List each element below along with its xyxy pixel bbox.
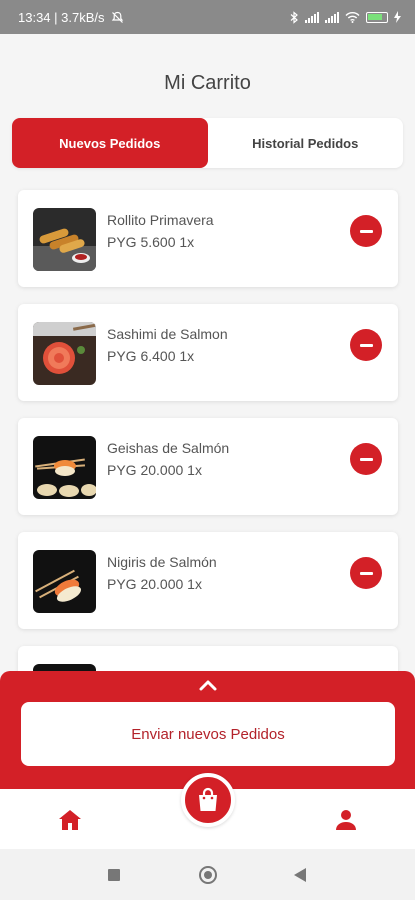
user-icon[interactable] [335, 809, 357, 831]
item-price: PYG 20.000 1x [107, 576, 202, 592]
signal-icon [305, 11, 319, 23]
home-icon[interactable] [57, 807, 83, 833]
home-button[interactable] [199, 866, 217, 884]
cart-item[interactable]: Rollito Primavera PYG 5.600 1x [18, 190, 398, 287]
remove-item-button[interactable] [350, 215, 382, 247]
remove-item-button[interactable] [350, 557, 382, 589]
cart-item[interactable]: Geishas de Salmón PYG 20.000 1x [18, 418, 398, 515]
minus-icon [359, 343, 373, 347]
item-price: PYG 5.600 1x [107, 234, 195, 250]
item-price: PYG 20.000 1x [107, 462, 202, 478]
chevron-up-icon[interactable] [197, 677, 219, 693]
tab-historial-pedidos[interactable]: Historial Pedidos [208, 118, 404, 168]
remove-item-button[interactable] [350, 443, 382, 475]
battery-icon [366, 11, 388, 23]
shopping-bag-icon [199, 787, 217, 811]
item-name: Rollito Primavera [107, 212, 214, 228]
item-price: PYG 6.400 1x [107, 348, 195, 364]
cart-button[interactable] [181, 773, 235, 827]
item-image [33, 550, 96, 613]
item-image [33, 208, 96, 271]
charging-icon [394, 11, 401, 23]
minus-icon [359, 457, 373, 461]
status-time: 13:34 | 3.7kB/s [18, 9, 105, 25]
page-title: Mi Carrito [164, 72, 251, 94]
signal-icon [325, 11, 339, 23]
minus-icon [359, 229, 373, 233]
back-button[interactable] [294, 868, 306, 882]
recents-button[interactable] [108, 869, 120, 881]
cart-item[interactable]: Nigiris de Salmón PYG 20.000 1x [18, 532, 398, 629]
system-nav-bar [0, 849, 415, 900]
send-orders-panel: Enviar nuevos Pedidos [0, 671, 415, 789]
item-image [33, 322, 96, 385]
tab-nuevos-pedidos[interactable]: Nuevos Pedidos [12, 118, 208, 168]
item-name: Nigiris de Salmón [107, 554, 217, 570]
cart-item[interactable]: Sashimi de Salmon PYG 6.400 1x [18, 304, 398, 401]
minus-icon [359, 571, 373, 575]
item-name: Sashimi de Salmon [107, 326, 228, 342]
item-image [33, 436, 96, 499]
wifi-icon [345, 12, 360, 23]
status-bar: 13:34 | 3.7kB/s [0, 0, 415, 34]
mute-icon [111, 11, 123, 23]
bluetooth-icon [290, 10, 298, 24]
send-orders-button[interactable]: Enviar nuevos Pedidos [21, 702, 395, 766]
order-tabs: Nuevos Pedidos Historial Pedidos [12, 118, 403, 168]
remove-item-button[interactable] [350, 329, 382, 361]
item-name: Geishas de Salmón [107, 440, 230, 456]
